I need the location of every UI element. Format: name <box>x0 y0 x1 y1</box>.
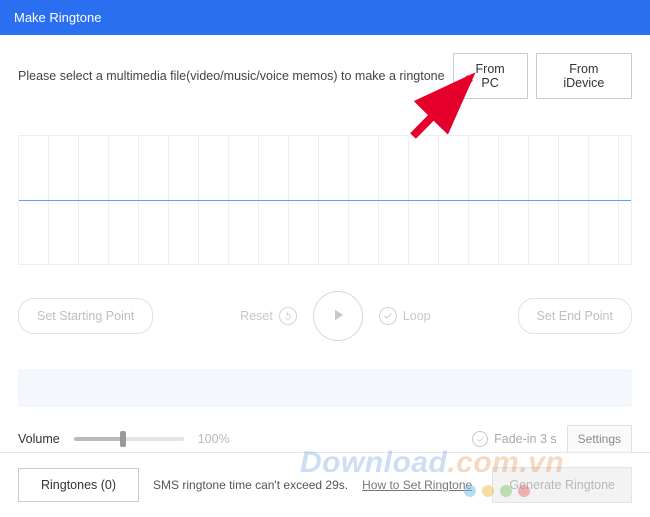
reset-icon <box>279 307 297 325</box>
set-end-button[interactable]: Set End Point <box>518 298 632 334</box>
fade-settings-button[interactable]: Settings <box>567 425 632 453</box>
check-icon <box>472 431 488 447</box>
volume-percent: 100% <box>198 432 230 446</box>
from-pc-button[interactable]: From PC <box>453 53 528 99</box>
instruction-text: Please select a multimedia file(video/mu… <box>18 69 445 83</box>
reset-button[interactable]: Reset <box>240 307 297 325</box>
fade-group: Fade-in 3 s Settings <box>472 425 632 453</box>
how-to-set-ringtone-link[interactable]: How to Set Ringtone <box>362 478 472 492</box>
fade-in-label: Fade-in 3 s <box>494 432 557 446</box>
play-button[interactable] <box>313 291 363 341</box>
trim-controls-row: Set Starting Point Reset Loop Set End P <box>18 291 632 341</box>
reset-label: Reset <box>240 309 273 323</box>
source-select-row: Please select a multimedia file(video/mu… <box>18 53 632 99</box>
play-icon <box>329 306 347 327</box>
playback-controls: Reset Loop <box>240 291 430 341</box>
set-start-button[interactable]: Set Starting Point <box>18 298 153 334</box>
loop-toggle[interactable]: Loop <box>379 307 431 325</box>
volume-slider[interactable] <box>74 437 184 441</box>
from-idevice-button[interactable]: From iDevice <box>536 53 632 99</box>
title-bar: Make Ringtone <box>0 0 650 35</box>
sms-note: SMS ringtone time can't exceed 29s. <box>153 478 348 492</box>
loop-label: Loop <box>403 309 431 323</box>
waveform-area[interactable] <box>18 135 632 265</box>
ringtones-button[interactable]: Ringtones (0) <box>18 468 139 502</box>
volume-label: Volume <box>18 432 60 446</box>
volume-slider-fill <box>74 437 124 441</box>
volume-row: Volume 100% Fade-in 3 s Settings <box>18 425 632 453</box>
volume-slider-thumb[interactable] <box>120 431 126 447</box>
loop-check-icon <box>379 307 397 325</box>
main-content: Please select a multimedia file(video/mu… <box>0 35 650 453</box>
generate-ringtone-button[interactable]: Generate Ringtone <box>492 467 632 503</box>
preview-bar <box>18 369 632 407</box>
window-title: Make Ringtone <box>14 10 101 25</box>
bottom-bar: Ringtones (0) SMS ringtone time can't ex… <box>0 452 650 517</box>
fade-in-toggle[interactable]: Fade-in 3 s <box>472 431 557 447</box>
